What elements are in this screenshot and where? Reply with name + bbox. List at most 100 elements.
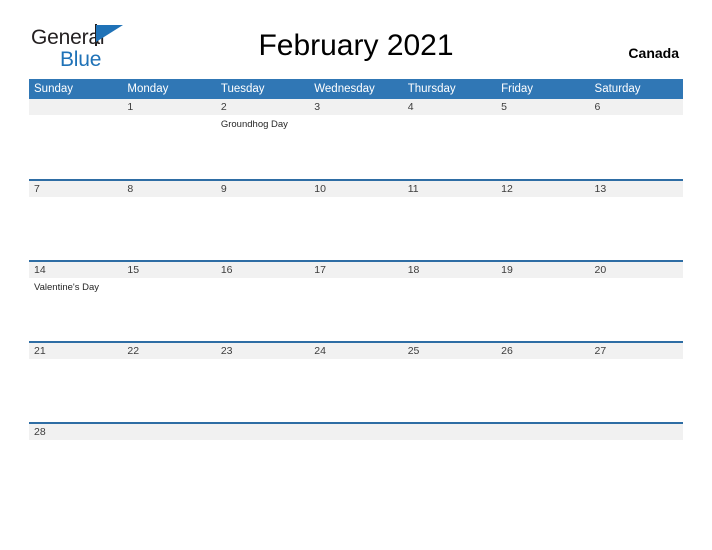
day-event bbox=[496, 115, 589, 119]
day-event bbox=[590, 440, 683, 444]
calendar-day-cell[interactable]: 2 Groundhog Day bbox=[215, 99, 310, 180]
day-number: 5 bbox=[496, 99, 590, 115]
day-event bbox=[309, 440, 402, 444]
day-event bbox=[403, 197, 496, 201]
calendar-day-cell[interactable]: 23 bbox=[215, 341, 310, 423]
page-header: General Blue February 2021 Canada bbox=[0, 0, 712, 70]
calendar-day-cell[interactable]: 20 bbox=[589, 260, 683, 342]
day-number: 24 bbox=[309, 343, 403, 359]
day-event bbox=[29, 115, 122, 119]
day-number bbox=[215, 424, 310, 440]
day-event bbox=[590, 197, 683, 201]
day-number bbox=[29, 99, 123, 115]
calendar-day-cell[interactable] bbox=[122, 422, 216, 453]
region-label: Canada bbox=[628, 45, 679, 61]
calendar-day-cell[interactable]: 19 bbox=[496, 260, 590, 342]
calendar-day-cell[interactable]: 24 bbox=[309, 341, 403, 423]
calendar-day-cell[interactable] bbox=[29, 99, 123, 180]
page-title: February 2021 bbox=[258, 29, 454, 62]
day-number: 28 bbox=[29, 424, 123, 440]
calendar-day-cell[interactable]: 14 Valentine's Day bbox=[29, 260, 123, 342]
calendar-day-cell[interactable] bbox=[215, 422, 310, 453]
calendar-day-cell[interactable]: 12 bbox=[496, 179, 590, 261]
day-number: 8 bbox=[122, 181, 216, 197]
day-event bbox=[403, 359, 496, 363]
day-event bbox=[29, 359, 122, 363]
day-number: 19 bbox=[496, 262, 590, 278]
calendar-day-cell[interactable]: 1 bbox=[122, 99, 216, 180]
calendar-day-cell[interactable]: 18 bbox=[402, 260, 497, 342]
day-number: 10 bbox=[309, 181, 403, 197]
calendar-day-cell[interactable]: 11 bbox=[402, 179, 497, 261]
calendar-day-cell[interactable] bbox=[496, 422, 590, 453]
calendar-body: 1 2 Groundhog Day 3 4 5 6 7 8 9 10 11 12… bbox=[29, 99, 683, 453]
day-event bbox=[496, 359, 589, 363]
calendar-week-row: 28 bbox=[29, 422, 683, 453]
day-event bbox=[309, 359, 402, 363]
calendar-day-cell[interactable]: 4 bbox=[402, 99, 497, 180]
calendar-day-cell[interactable]: 10 bbox=[309, 179, 403, 261]
weekday-header-thursday: Thursday bbox=[402, 79, 497, 99]
calendar-day-cell[interactable] bbox=[589, 422, 683, 453]
calendar-day-cell[interactable]: 28 bbox=[29, 422, 123, 453]
day-event bbox=[496, 278, 589, 282]
calendar-week-row: 7 8 9 10 11 12 13 bbox=[29, 179, 683, 261]
day-event bbox=[122, 197, 215, 201]
day-event bbox=[590, 278, 683, 282]
day-number: 25 bbox=[402, 343, 497, 359]
day-event bbox=[29, 440, 122, 444]
calendar-day-cell[interactable]: 7 bbox=[29, 179, 123, 261]
day-number: 26 bbox=[496, 343, 590, 359]
day-number: 23 bbox=[215, 343, 310, 359]
calendar-day-cell[interactable]: 27 bbox=[589, 341, 683, 423]
day-number: 11 bbox=[402, 181, 497, 197]
day-number bbox=[496, 424, 590, 440]
day-event: Valentine's Day bbox=[34, 282, 100, 293]
day-event bbox=[122, 440, 215, 444]
day-event bbox=[590, 115, 683, 119]
calendar-page: General Blue February 2021 Canada Sunday… bbox=[0, 0, 712, 550]
day-number: 22 bbox=[122, 343, 216, 359]
weekday-header-sunday: Sunday bbox=[29, 79, 123, 99]
day-event bbox=[590, 359, 683, 363]
calendar-day-cell[interactable]: 8 bbox=[122, 179, 216, 261]
calendar-day-cell[interactable]: 25 bbox=[402, 341, 497, 423]
day-number: 4 bbox=[402, 99, 497, 115]
day-event bbox=[496, 440, 589, 444]
calendar-day-cell[interactable]: 3 bbox=[309, 99, 403, 180]
weekday-header-tuesday: Tuesday bbox=[215, 79, 310, 99]
day-number bbox=[309, 424, 403, 440]
day-event bbox=[309, 278, 402, 282]
calendar-day-cell[interactable]: 13 bbox=[589, 179, 683, 261]
day-event bbox=[216, 440, 309, 444]
day-number bbox=[122, 424, 216, 440]
day-event bbox=[216, 278, 309, 282]
day-event bbox=[122, 359, 215, 363]
weekday-header-wednesday: Wednesday bbox=[309, 79, 403, 99]
calendar-day-cell[interactable]: 5 bbox=[496, 99, 590, 180]
calendar-table: Sunday Monday Tuesday Wednesday Thursday… bbox=[29, 79, 683, 453]
day-number: 9 bbox=[215, 181, 310, 197]
calendar-day-cell[interactable]: 15 bbox=[122, 260, 216, 342]
calendar-day-cell[interactable]: 9 bbox=[215, 179, 310, 261]
calendar-week-row: 14 Valentine's Day 15 16 17 18 19 20 bbox=[29, 260, 683, 342]
day-number: 12 bbox=[496, 181, 590, 197]
day-number: 7 bbox=[29, 181, 123, 197]
calendar-day-cell[interactable] bbox=[402, 422, 497, 453]
calendar-day-cell[interactable] bbox=[309, 422, 403, 453]
day-number: 13 bbox=[589, 181, 683, 197]
day-number: 27 bbox=[589, 343, 683, 359]
calendar-day-cell[interactable]: 17 bbox=[309, 260, 403, 342]
day-event bbox=[122, 115, 215, 119]
day-number: 17 bbox=[309, 262, 403, 278]
day-number: 6 bbox=[589, 99, 683, 115]
day-event bbox=[122, 278, 215, 282]
calendar-day-cell[interactable]: 6 bbox=[589, 99, 683, 180]
calendar-day-cell[interactable]: 21 bbox=[29, 341, 123, 423]
calendar-day-cell[interactable]: 26 bbox=[496, 341, 590, 423]
day-event bbox=[309, 115, 402, 119]
day-event bbox=[309, 197, 402, 201]
calendar-day-cell[interactable]: 16 bbox=[215, 260, 310, 342]
day-number bbox=[589, 424, 683, 440]
calendar-day-cell[interactable]: 22 bbox=[122, 341, 216, 423]
